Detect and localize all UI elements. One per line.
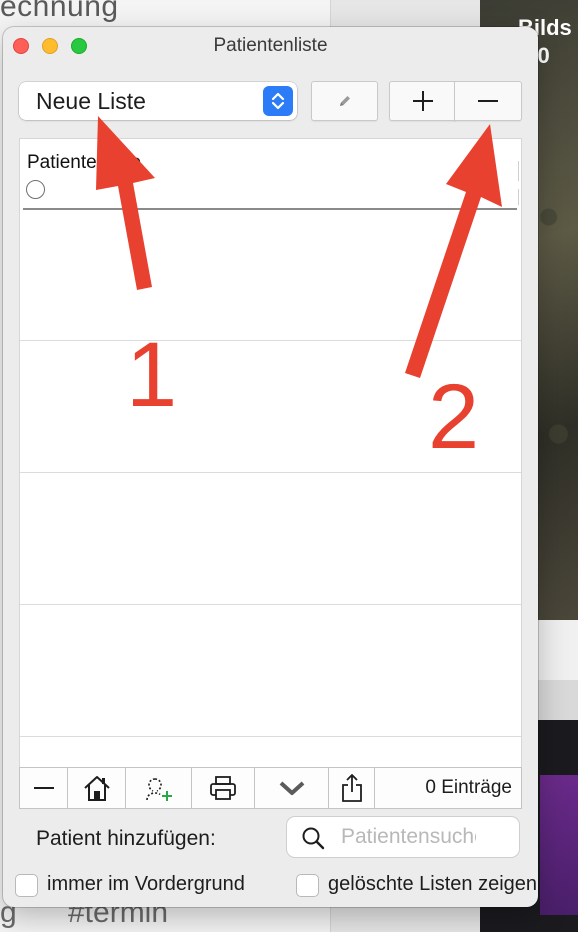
show-deleted-lists-checkbox[interactable] [296, 874, 319, 897]
window-title: Patientenliste [213, 35, 328, 56]
select-all-radio[interactable] [26, 180, 45, 199]
add-list-button[interactable] [389, 81, 456, 121]
home-button[interactable] [68, 768, 126, 808]
patient-search-input[interactable] [339, 821, 478, 853]
plus-icon [412, 91, 433, 111]
chevron-up-down-icon [263, 86, 293, 116]
header-separator [23, 208, 517, 210]
column-divider [518, 189, 519, 205]
print-icon [210, 776, 236, 800]
always-on-top-option[interactable]: immer im Vordergrund [15, 872, 285, 900]
background-text: echnung [0, 0, 119, 23]
patient-table[interactable]: Patientenliste [19, 138, 522, 768]
patient-list-window: Patientenliste Neue Liste Patientenliste [3, 27, 538, 907]
share-button[interactable] [329, 768, 375, 808]
search-icon [302, 827, 325, 850]
table-row[interactable] [20, 736, 521, 737]
pencil-icon [339, 96, 350, 106]
always-on-top-label: immer im Vordergrund [47, 873, 245, 895]
print-button[interactable] [192, 768, 255, 808]
minus-icon [478, 100, 498, 102]
list-toolbar: 0 Einträge [19, 767, 522, 809]
show-deleted-lists-label: gelöschte Listen zeigen [328, 873, 538, 895]
patient-search-field[interactable] [287, 817, 519, 857]
add-patient-to-list-button[interactable] [126, 768, 192, 808]
always-on-top-checkbox[interactable] [15, 874, 38, 897]
column-header[interactable]: Patientenliste [27, 152, 141, 174]
chevron-down-icon [279, 781, 304, 795]
edit-list-button[interactable] [311, 81, 378, 121]
minus-icon [33, 787, 54, 789]
add-person-icon [145, 778, 172, 801]
title-bar[interactable]: Patientenliste [3, 27, 538, 65]
table-row[interactable] [20, 604, 521, 605]
table-row[interactable] [20, 340, 521, 341]
entry-count: 0 Einträge [425, 777, 512, 798]
list-select-popup[interactable]: Neue Liste [19, 82, 297, 120]
list-select-value: Neue Liste [36, 88, 146, 114]
share-icon [341, 774, 362, 802]
show-deleted-lists-option[interactable]: gelöschte Listen zeigen [296, 872, 538, 900]
remove-list-button[interactable] [454, 81, 522, 121]
home-icon [83, 776, 110, 801]
table-row[interactable] [20, 472, 521, 473]
remove-patient-button[interactable] [20, 768, 68, 808]
add-patient-label: Patient hinzufügen: [36, 827, 216, 850]
background-thumbnail [540, 775, 578, 915]
column-divider [518, 161, 519, 181]
more-options-button[interactable] [255, 768, 329, 808]
